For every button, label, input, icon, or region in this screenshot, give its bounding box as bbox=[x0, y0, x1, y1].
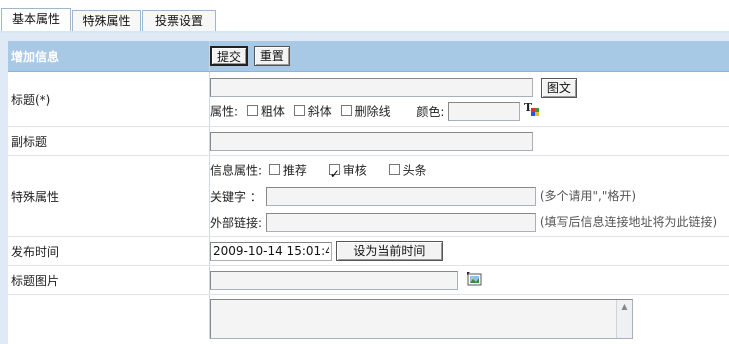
publish-time-label: 发布时间 bbox=[8, 236, 210, 266]
headline-checkbox[interactable] bbox=[388, 164, 400, 175]
bold-checkbox[interactable] bbox=[246, 105, 258, 116]
keywords-label: 关键字 ： bbox=[210, 189, 262, 204]
title-row: 标题(*) 图文 属性: 粗体 斜体 删除线 颜色: T bbox=[8, 71, 729, 127]
textarea-scrollbar[interactable]: ▲ bbox=[616, 300, 632, 338]
info-form: 增加信息 提交 重置 标题(*) 图文 属性: 粗体 斜体 删除线 颜色: T … bbox=[8, 41, 729, 339]
title-image-input[interactable] bbox=[210, 270, 458, 290]
review-label: 审核 bbox=[342, 163, 367, 178]
reset-button[interactable]: 重置 bbox=[253, 46, 290, 66]
title-image-row: 标题图片 bbox=[8, 265, 729, 295]
external-link-hint: (填写后信息连接地址将为此链接) bbox=[539, 215, 718, 229]
keywords-input[interactable] bbox=[266, 187, 536, 206]
italic-label: 斜体 bbox=[307, 104, 332, 119]
special-attributes-label: 特殊属性 bbox=[8, 155, 210, 237]
title-label: 标题(*) bbox=[8, 71, 210, 127]
recommend-checkbox[interactable] bbox=[268, 164, 280, 175]
italic-checkbox[interactable] bbox=[293, 105, 305, 116]
set-current-time-button[interactable]: 设为当前时间 bbox=[335, 241, 443, 261]
content-label bbox=[8, 294, 210, 339]
image-text-button[interactable]: 图文 bbox=[540, 77, 577, 98]
tab-vote-settings[interactable]: 投票设置 bbox=[142, 10, 216, 32]
submit-button[interactable]: 提交 bbox=[210, 46, 249, 66]
tab-bar: 基本属性 特殊属性 投票设置 bbox=[0, 0, 729, 33]
headline-label: 头条 bbox=[402, 163, 427, 178]
info-attr-label: 信息属性: bbox=[210, 163, 263, 178]
form-container: 增加信息 提交 重置 标题(*) 图文 属性: 粗体 斜体 删除线 颜色: T … bbox=[8, 41, 729, 344]
special-attributes-row: 特殊属性 信息属性: 推荐 审核 头条 关键字 ： (多个请用","格开) 外部… bbox=[8, 155, 729, 237]
bold-label: 粗体 bbox=[260, 104, 285, 119]
form-title: 增加信息 bbox=[8, 41, 210, 72]
review-checkbox[interactable] bbox=[328, 161, 340, 187]
external-link-label: 外部链接: bbox=[210, 215, 263, 230]
color-picker-icon[interactable]: T bbox=[524, 100, 540, 124]
image-picker-icon[interactable] bbox=[466, 271, 483, 289]
publish-time-row: 发布时间 设为当前时间 bbox=[8, 236, 729, 266]
publish-time-input[interactable] bbox=[210, 241, 332, 261]
keywords-hint: (多个请用","格开) bbox=[539, 189, 637, 203]
color-label: 颜色: bbox=[416, 104, 445, 119]
strike-label: 删除线 bbox=[354, 104, 391, 119]
external-link-input[interactable] bbox=[266, 213, 536, 232]
color-input[interactable] bbox=[448, 102, 521, 121]
tab-special-attributes[interactable]: 特殊属性 bbox=[72, 10, 141, 32]
attr-label: 属性: bbox=[210, 104, 239, 119]
content-textarea[interactable]: ▲ bbox=[210, 299, 633, 339]
subtitle-row: 副标题 bbox=[8, 126, 729, 156]
form-header-row: 增加信息 提交 重置 bbox=[8, 41, 729, 72]
subtitle-label: 副标题 bbox=[8, 126, 210, 156]
form-panel: 增加信息 提交 重置 标题(*) 图文 属性: 粗体 斜体 删除线 颜色: T … bbox=[0, 33, 729, 344]
title-input[interactable] bbox=[210, 78, 533, 97]
scroll-up-icon[interactable]: ▲ bbox=[617, 300, 632, 314]
strike-checkbox[interactable] bbox=[340, 105, 352, 116]
subtitle-input[interactable] bbox=[210, 131, 533, 151]
title-image-label: 标题图片 bbox=[8, 265, 210, 295]
recommend-label: 推荐 bbox=[282, 163, 307, 178]
content-row: ▲ bbox=[8, 294, 729, 339]
tab-basic-attributes[interactable]: 基本属性 bbox=[1, 8, 71, 33]
